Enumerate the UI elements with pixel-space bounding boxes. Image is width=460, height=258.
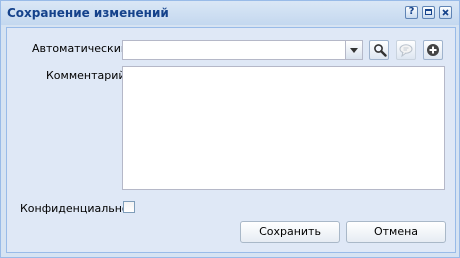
maximize-icon [425, 9, 432, 15]
add-icon [427, 44, 439, 56]
comment-button[interactable] [396, 40, 416, 60]
comment-label: Комментарий: [46, 69, 130, 82]
add-button[interactable] [423, 40, 443, 60]
comment-icon [399, 44, 413, 58]
save-button[interactable]: Сохранить [240, 221, 340, 243]
save-changes-dialog: Сохранение изменений ? Автоматический: К… [0, 0, 460, 258]
auto-label: Автоматический: [32, 42, 132, 55]
dialog-title: Сохранение изменений [7, 6, 169, 20]
close-icon [442, 9, 449, 16]
auto-input[interactable] [125, 42, 349, 60]
confidential-checkbox[interactable] [123, 201, 135, 213]
search-button[interactable] [369, 40, 389, 60]
cancel-button[interactable]: Отмена [346, 221, 446, 243]
chevron-down-icon [350, 48, 358, 53]
dialog-body: Автоматический: Комментарий: Конфиденциа… [6, 27, 456, 253]
close-button[interactable] [439, 6, 452, 19]
auto-dropdown-trigger[interactable] [345, 40, 363, 60]
comment-textarea[interactable] [122, 66, 445, 190]
confidential-label: Конфиденциально: [20, 202, 133, 215]
help-button[interactable]: ? [405, 6, 418, 19]
maximize-button[interactable] [422, 6, 435, 19]
dialog-titlebar[interactable]: Сохранение изменений ? [1, 1, 459, 25]
help-icon: ? [408, 6, 415, 17]
auto-combobox[interactable] [122, 40, 363, 60]
search-icon [374, 44, 387, 57]
